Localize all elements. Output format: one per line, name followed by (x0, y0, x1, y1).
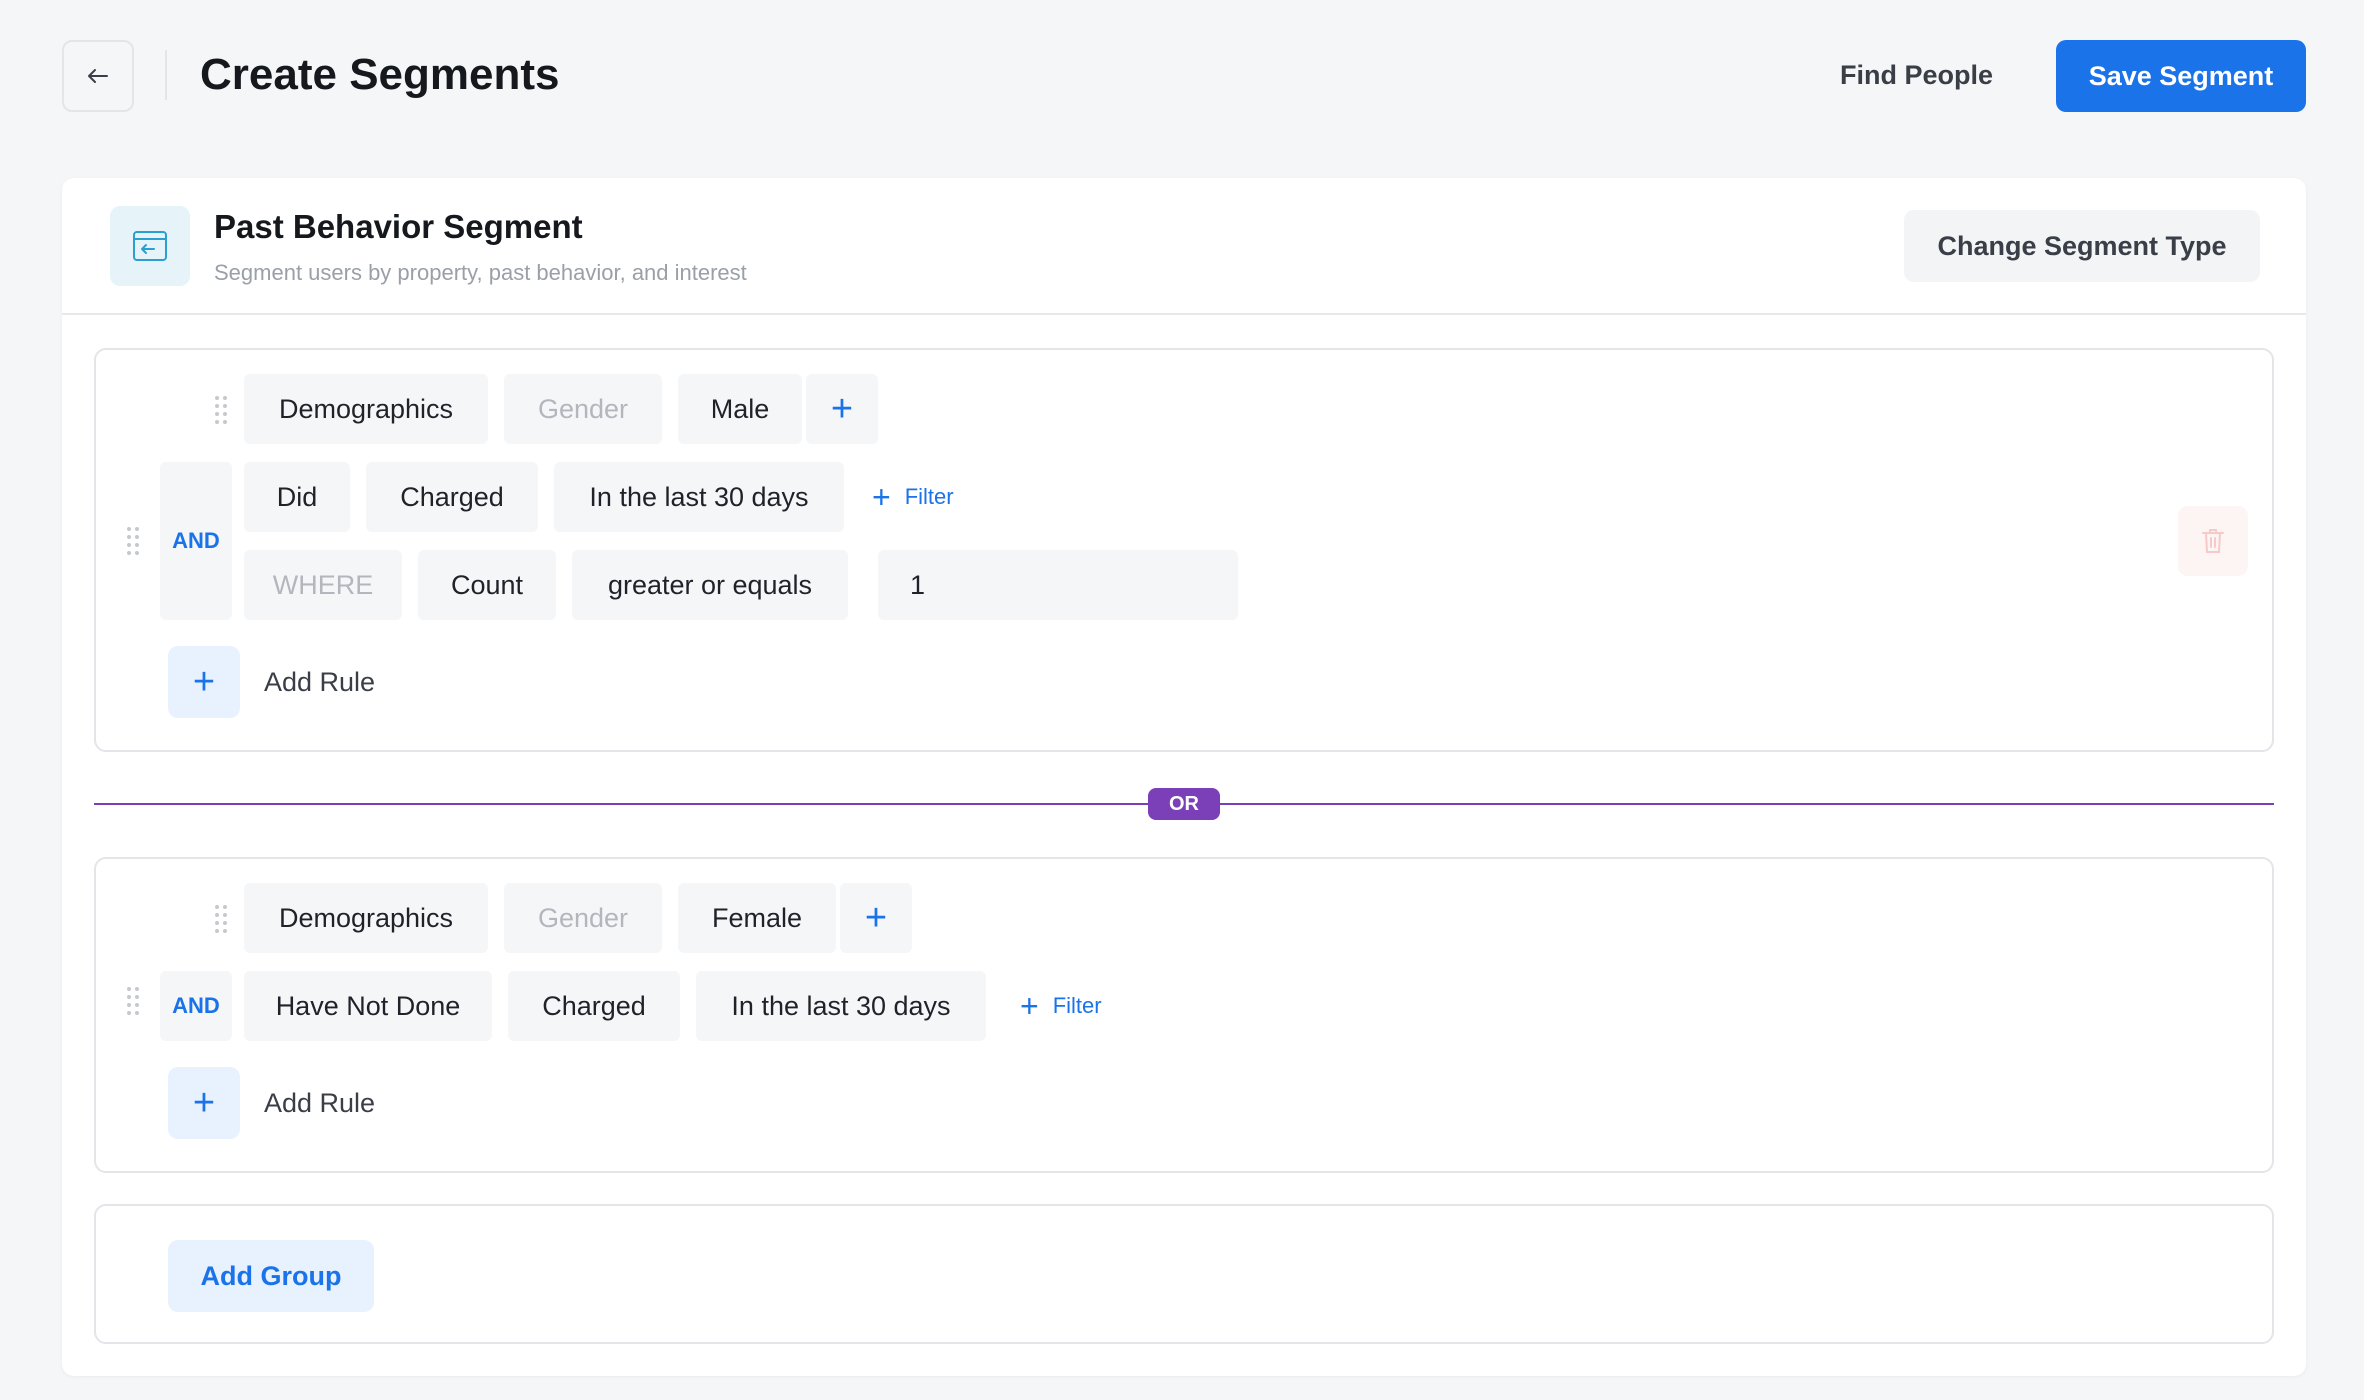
arrow-left-icon (88, 69, 108, 83)
add-property-button[interactable]: + (840, 883, 912, 953)
plus-icon: + (1020, 988, 1039, 1024)
add-rule-label[interactable]: Add Rule (264, 662, 375, 702)
where-label: WHERE (244, 550, 402, 620)
page-header: Create Segments Find People Save Segment (0, 0, 2364, 150)
plus-icon: + (830, 387, 854, 430)
behavior-time-select[interactable]: In the last 30 days (554, 462, 844, 532)
add-filter-label: Filter (1052, 993, 1102, 1018)
drag-handle-icon[interactable] (214, 904, 228, 934)
segment-card: Past Behavior Segment Segment users by p… (62, 178, 2306, 1376)
plus-icon: + (864, 896, 888, 939)
segment-type-title: Past Behavior Segment (214, 208, 583, 245)
add-filter-label: Filter (904, 484, 954, 509)
drag-handle-icon[interactable] (214, 395, 228, 425)
add-filter-link[interactable]: + Filter (872, 477, 954, 517)
add-rule-label[interactable]: Add Rule (264, 1083, 375, 1123)
page-title: Create Segments (200, 50, 560, 99)
change-segment-type-button[interactable]: Change Segment Type (1904, 210, 2260, 282)
add-rule-button[interactable]: + (168, 646, 240, 718)
property-value-select[interactable]: Male (678, 374, 802, 444)
segment-window-icon (110, 206, 190, 286)
add-group-container: Add Group (94, 1204, 2274, 1344)
behavior-action-select[interactable]: Did (244, 462, 350, 532)
where-operator-select[interactable]: greater or equals (572, 550, 848, 620)
property-category-select[interactable]: Demographics (244, 883, 488, 953)
plus-icon: + (872, 479, 891, 515)
property-value-select[interactable]: Female (678, 883, 836, 953)
save-segment-button[interactable]: Save Segment (2056, 40, 2306, 112)
trash-icon (2202, 529, 2224, 553)
segment-type-subtitle: Segment users by property, past behavior… (214, 260, 747, 285)
delete-rule-button[interactable] (2178, 506, 2248, 576)
behavior-time-select[interactable]: In the last 30 days (696, 971, 986, 1041)
drag-handle-icon[interactable] (126, 986, 140, 1016)
behavior-event-select[interactable]: Charged (508, 971, 680, 1041)
behavior-event-select[interactable]: Charged (366, 462, 538, 532)
where-value-input[interactable]: 1 (878, 550, 1238, 620)
add-rule-button[interactable]: + (168, 1067, 240, 1139)
add-group-button[interactable]: Add Group (168, 1240, 374, 1312)
property-category-select[interactable]: Demographics (244, 374, 488, 444)
property-field-select[interactable]: Gender (504, 374, 662, 444)
plus-icon: + (192, 660, 216, 703)
and-connector[interactable]: AND (160, 462, 232, 620)
where-metric-select[interactable]: Count (418, 550, 556, 620)
and-connector[interactable]: AND (160, 971, 232, 1041)
rule-group-1: Demographics Gender Male + AND Did Charg… (94, 348, 2274, 752)
or-badge: OR (1148, 788, 1220, 820)
add-filter-link[interactable]: + Filter (1020, 986, 1102, 1026)
header-divider (165, 50, 167, 100)
rule-group-2: Demographics Gender Female + AND Have No… (94, 857, 2274, 1173)
behavior-action-select[interactable]: Have Not Done (244, 971, 492, 1041)
segment-card-header: Past Behavior Segment Segment users by p… (62, 178, 2306, 315)
find-people-button[interactable]: Find People (1840, 55, 1993, 95)
property-field-select[interactable]: Gender (504, 883, 662, 953)
plus-icon: + (192, 1081, 216, 1124)
drag-handle-icon[interactable] (126, 526, 140, 556)
back-button[interactable] (62, 40, 134, 112)
add-property-button[interactable]: + (806, 374, 878, 444)
